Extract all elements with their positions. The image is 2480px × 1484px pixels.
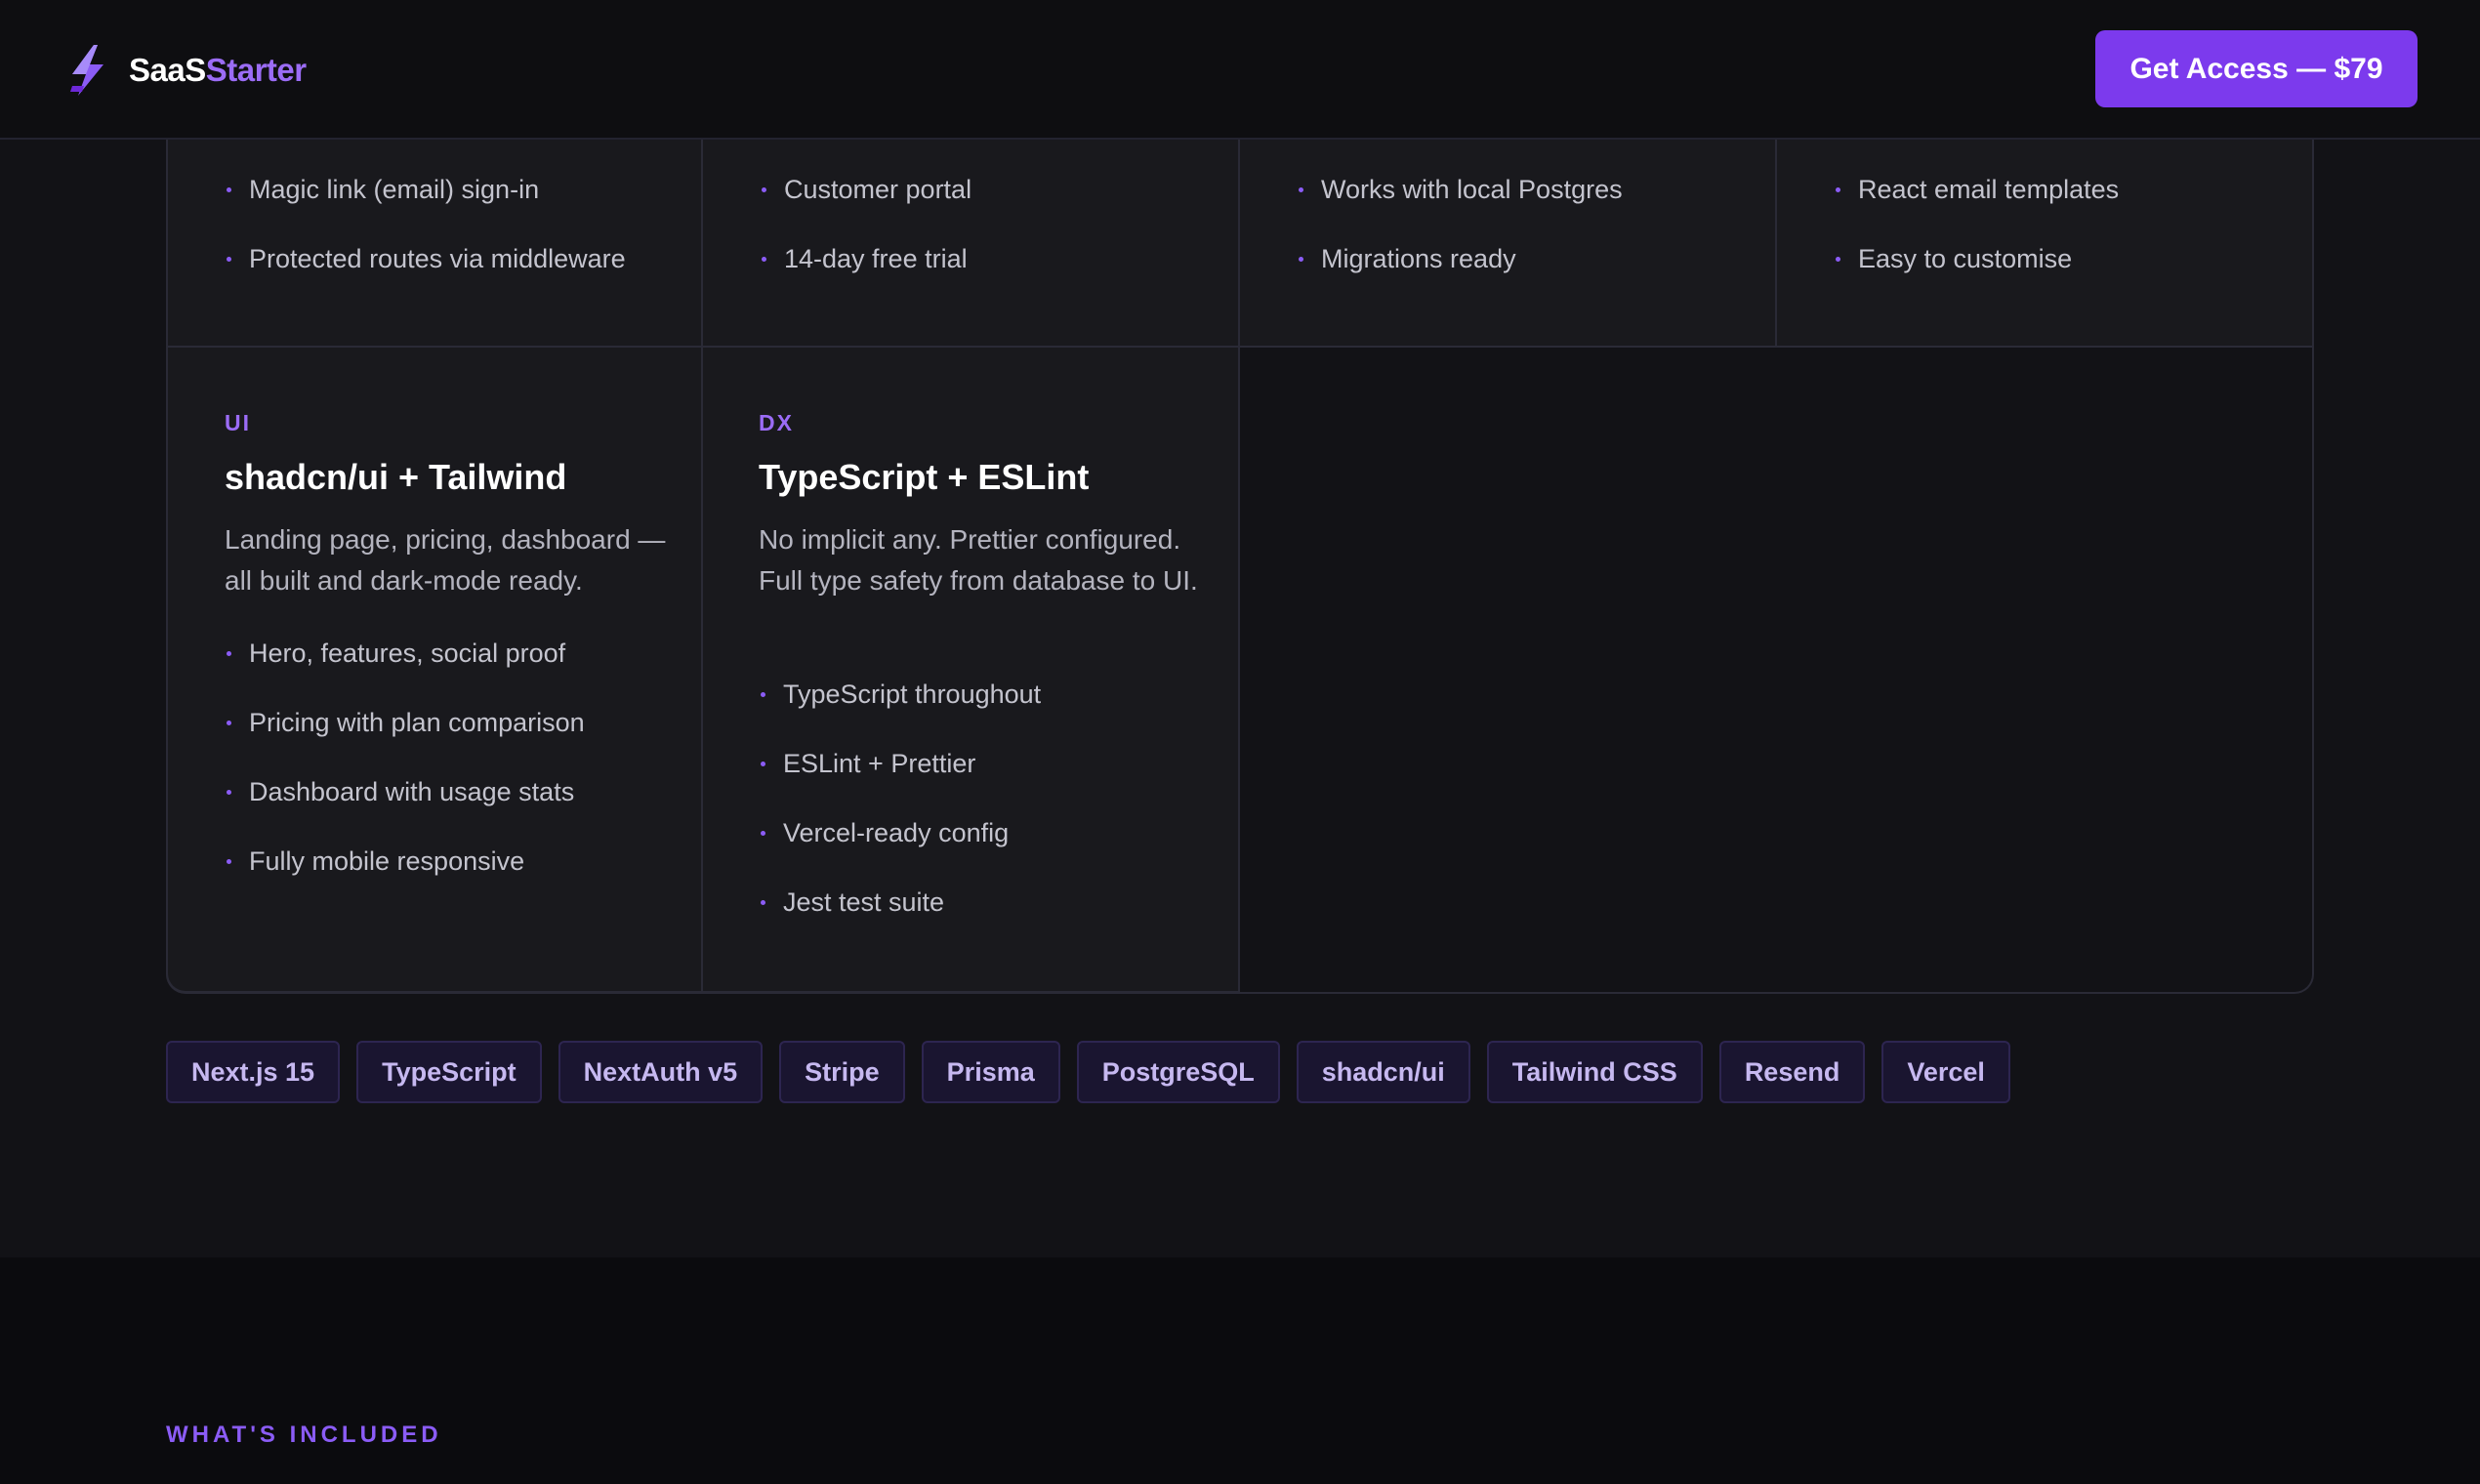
bullet-text: React email templates [1858,175,2120,204]
tech-tag-nextauth: NextAuth v5 [558,1041,764,1103]
tech-tag-nextjs: Next.js 15 [166,1041,341,1103]
list-item: Works with local Postgres [1299,155,1623,225]
bullet-dot-icon [227,187,231,192]
bullet-dot-icon [761,900,765,905]
feature-bullets: Customer portal 14-day free trial [762,155,971,294]
feature-card-auth: Magic link (email) sign-in Protected rou… [166,117,703,348]
list-item: TypeScript throughout [761,660,1041,729]
bullet-text: Vercel-ready config [783,818,1010,847]
logo-text-saas: SaaS [129,52,206,88]
bullet-text: Migrations ready [1321,244,1516,273]
bullet-text: ESLint + Prettier [783,749,976,778]
list-item: Protected routes via middleware [227,225,626,294]
bullet-text: Magic link (email) sign-in [249,175,540,204]
list-item: React email templates [1836,155,2119,225]
bullet-dot-icon [761,692,765,697]
tech-tag-stripe: Stripe [779,1041,905,1103]
get-access-button[interactable]: Get Access — $79 [2095,30,2418,107]
feature-title: TypeScript + ESLint [759,457,1090,497]
feature-category: DX [759,410,794,435]
bullet-dot-icon [1836,257,1840,262]
bullet-dot-icon [227,721,231,725]
feature-category: UI [225,410,251,435]
tech-tag-shadcn: shadcn/ui [1296,1041,1470,1103]
bullet-dot-icon [1299,187,1303,192]
bullet-text: Works with local Postgres [1321,175,1623,204]
bullet-text: Dashboard with usage stats [249,777,575,806]
list-item: Jest test suite [761,868,1041,937]
feature-bullets: TypeScript throughout ESLint + Prettier … [761,660,1041,937]
tech-tag-vercel: Vercel [1881,1041,2010,1103]
list-item: Easy to customise [1836,225,2119,294]
bullet-dot-icon [762,257,766,262]
bullet-dot-icon [227,651,231,656]
page: SaaSStarter Get Access — $79 Magic link … [0,0,2480,1484]
section-eyebrow: WHAT'S INCLUDED [166,1422,442,1448]
bullet-dot-icon [227,790,231,795]
bullet-text: TypeScript throughout [783,680,1042,709]
feature-bullets: Works with local Postgres Migrations rea… [1299,155,1623,294]
bullet-dot-icon [761,831,765,836]
bullet-dot-icon [1299,257,1303,262]
feature-title: shadcn/ui + Tailwind [225,457,567,497]
bullet-text: Easy to customise [1858,244,2073,273]
feature-description: Landing page, pricing, dashboard — all b… [225,524,666,596]
bullet-text: Customer portal [784,175,972,204]
bullet-text: Hero, features, social proof [249,639,566,668]
feature-description: No implicit any. Prettier configured. Fu… [759,524,1198,596]
tech-tag-resend: Resend [1718,1041,1866,1103]
whats-included-section: WHAT'S INCLUDED [0,1257,2480,1484]
bullet-text: 14-day free trial [784,244,968,273]
logo-text: SaaSStarter [129,52,307,89]
list-item: Fully mobile responsive [227,827,585,896]
list-item: Pricing with plan comparison [227,688,585,758]
tech-tag-postgresql: PostgreSQL [1076,1041,1280,1103]
list-item: Hero, features, social proof [227,619,585,688]
bullet-text: Fully mobile responsive [249,846,525,876]
list-item: 14-day free trial [762,225,971,294]
list-item: Migrations ready [1299,225,1623,294]
bullet-text: Jest test suite [783,887,945,917]
feature-card-payments: Customer portal 14-day free trial [703,117,1240,348]
list-item: Vercel-ready config [761,799,1041,868]
feature-bullets: Magic link (email) sign-in Protected rou… [227,155,626,294]
feature-card-email: React email templates Easy to customise [1777,117,2314,348]
feature-card-dx: DX TypeScript + ESLint No implicit any. … [703,348,1240,993]
bullet-dot-icon [227,859,231,864]
bullet-dot-icon [1836,187,1840,192]
tech-tag-tailwind: Tailwind CSS [1486,1041,1703,1103]
tech-tag-typescript: TypeScript [356,1041,542,1103]
bullet-dot-icon [762,187,766,192]
feature-card-ui: UI shadcn/ui + Tailwind Landing page, pr… [166,348,703,993]
list-item: ESLint + Prettier [761,729,1041,799]
feature-bullets: React email templates Easy to customise [1836,155,2119,294]
feature-bullets: Hero, features, social proof Pricing wit… [227,619,585,896]
bullet-text: Pricing with plan comparison [249,708,585,737]
lightning-bolt-icon [70,45,103,96]
feature-card-database: Works with local Postgres Migrations rea… [1240,117,1777,348]
bullet-dot-icon [761,762,765,766]
list-item: Customer portal [762,155,971,225]
tech-stack-tags: Next.js 15 TypeScript NextAuth v5 Stripe… [166,1041,2010,1103]
logo-text-starter: Starter [205,52,307,88]
list-item: Dashboard with usage stats [227,758,585,827]
bullet-text: Protected routes via middleware [249,244,626,273]
list-item: Magic link (email) sign-in [227,155,626,225]
bullet-dot-icon [227,257,231,262]
tech-tag-prisma: Prisma [921,1041,1060,1103]
logo[interactable]: SaaSStarter [68,45,307,96]
site-header: SaaSStarter Get Access — $79 [0,0,2480,140]
